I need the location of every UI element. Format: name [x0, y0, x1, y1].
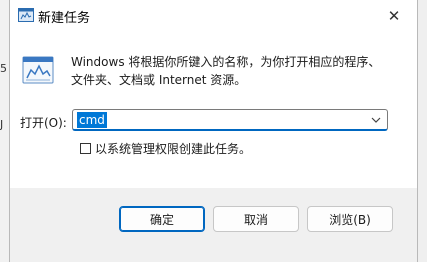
title-bar: 新建任务 ✕	[10, 0, 417, 32]
close-button[interactable]: ✕	[371, 0, 417, 32]
run-program-icon	[22, 56, 54, 84]
command-combobox[interactable]: cmd	[72, 109, 388, 131]
command-input[interactable]: cmd	[77, 112, 107, 128]
dialog-content: Windows 将根据你所键入的名称，为你打开相应的程序、文件夹、文档或 Int…	[10, 32, 417, 188]
create-new-task-dialog: 新建任务 ✕ Windows 将根据你所键入的名称，为你打开相应的程序、文件夹、…	[9, 0, 418, 262]
ok-button[interactable]: 确定	[119, 206, 205, 232]
dialog-title: 新建任务	[38, 11, 91, 26]
run-dialog-icon	[18, 8, 34, 22]
admin-privileges-checkbox[interactable]	[80, 143, 91, 154]
open-label: 打开(O):	[20, 116, 67, 130]
close-icon: ✕	[387, 7, 401, 25]
dialog-footer: 确定 取消 浏览(B)	[10, 188, 417, 262]
background-window-edge	[418, 0, 427, 262]
browse-button[interactable]: 浏览(B)	[307, 206, 393, 232]
description-text: Windows 将根据你所键入的名称，为你打开相应的程序、文件夹、文档或 Int…	[71, 55, 381, 87]
background-text-fragment: J	[0, 118, 4, 131]
chevron-down-icon[interactable]	[370, 114, 382, 126]
background-text-fragment: 5	[0, 62, 7, 75]
admin-privileges-label[interactable]: 以系统管理权限创建此任务。	[95, 140, 251, 157]
admin-privileges-option[interactable]: 以系统管理权限创建此任务。	[80, 140, 251, 157]
cancel-button[interactable]: 取消	[213, 206, 299, 232]
